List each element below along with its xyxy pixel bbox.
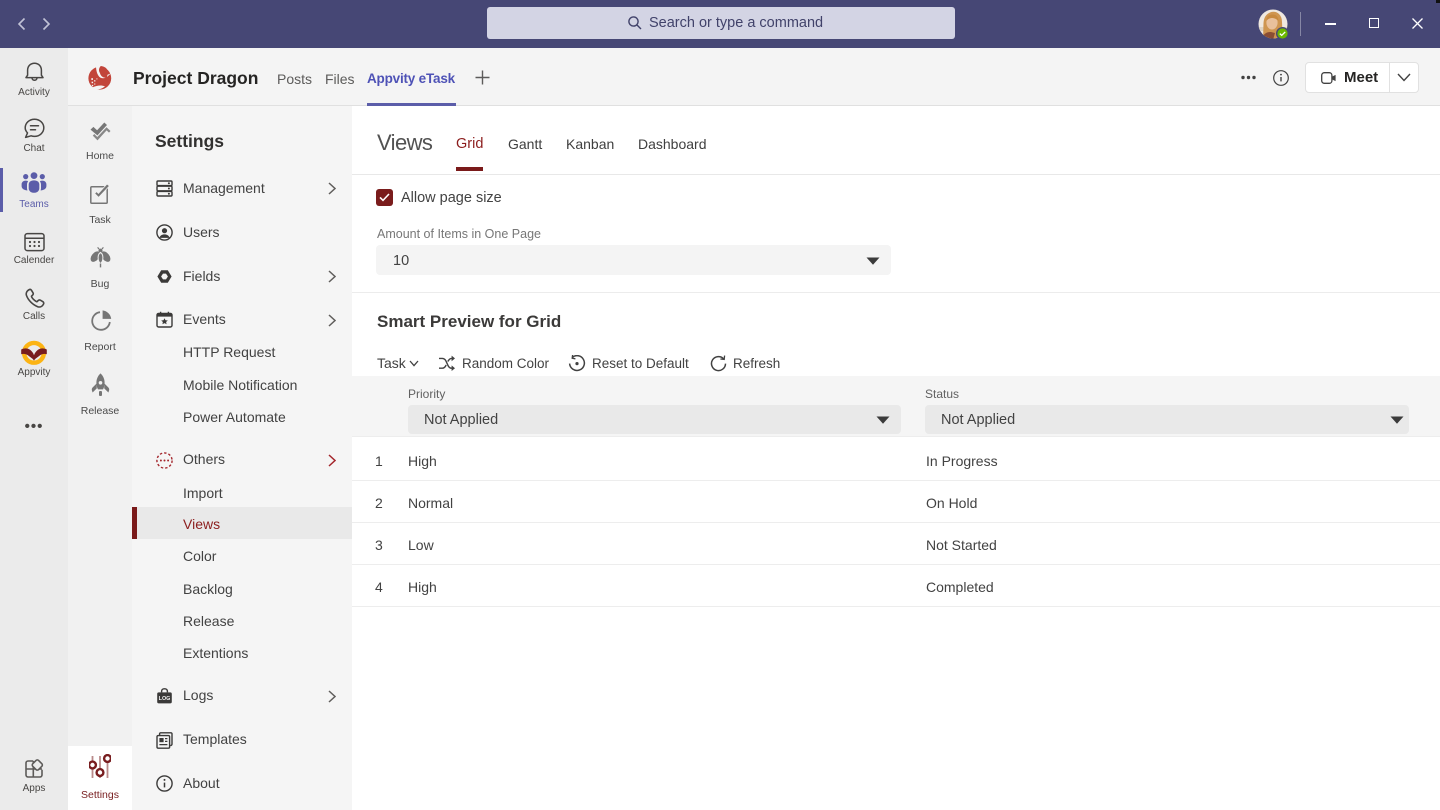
svg-text:LOG: LOG <box>159 696 171 702</box>
